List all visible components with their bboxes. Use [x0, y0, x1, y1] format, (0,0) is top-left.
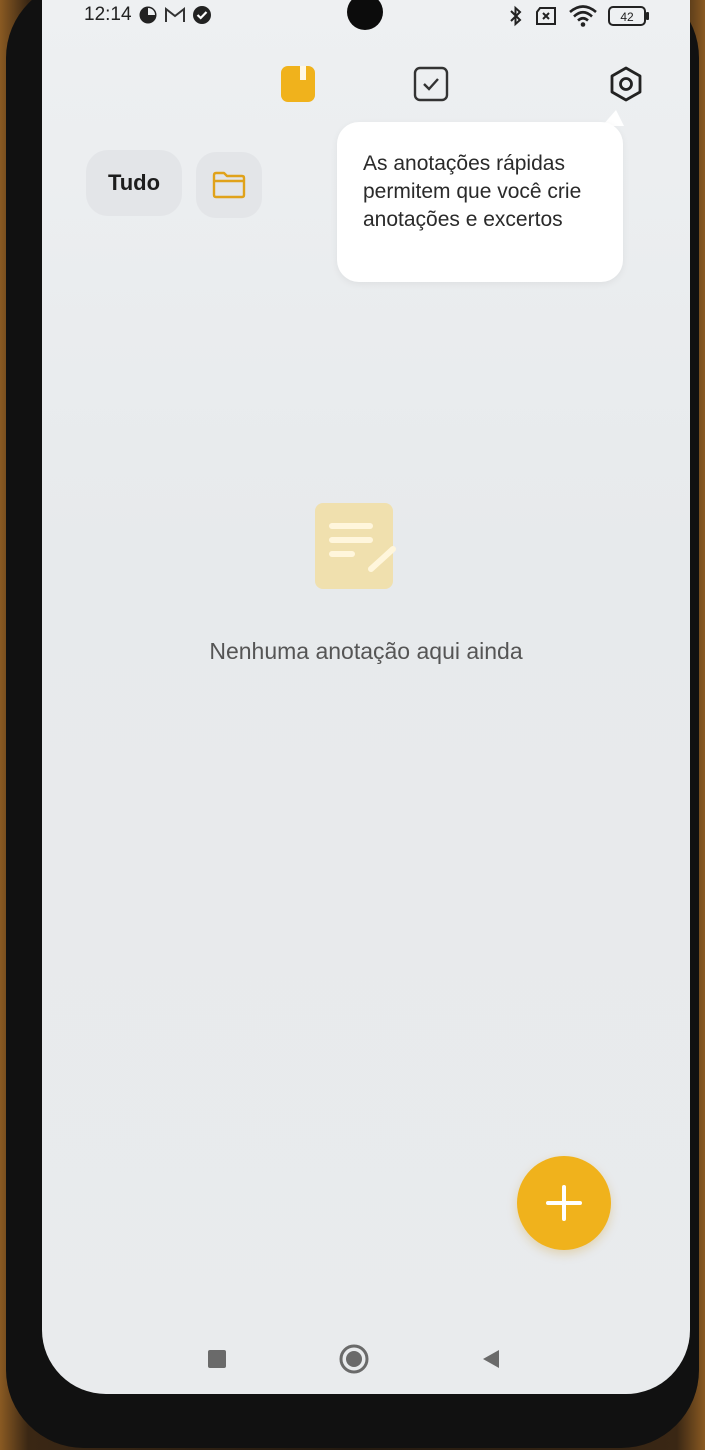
plus-icon	[544, 1183, 584, 1223]
bluetooth-icon	[508, 4, 524, 28]
tasks-tab-icon[interactable]	[411, 64, 451, 104]
tooltip-text: As anotações rápidas permitem que você c…	[363, 152, 582, 231]
status-bar-right: 42	[508, 4, 650, 28]
folder-icon	[212, 171, 246, 199]
home-button[interactable]	[337, 1342, 371, 1376]
wifi-icon	[568, 4, 598, 28]
recents-button[interactable]	[200, 1342, 234, 1376]
empty-state-message: Nenhuma anotação aqui ainda	[209, 638, 523, 664]
filter-all-label: Tudo	[107, 170, 161, 195]
phone-frame: 12:14 42 Tudo As anotações rápidas permi…	[6, 0, 699, 1448]
battery-level: 42	[620, 10, 634, 24]
add-note-button[interactable]	[517, 1156, 611, 1250]
empty-note-icon	[304, 494, 404, 598]
sim-off-icon	[534, 6, 558, 26]
back-button[interactable]	[474, 1342, 508, 1376]
settings-icon[interactable]	[606, 64, 646, 104]
front-camera	[347, 0, 383, 30]
status-time: 12:14	[84, 4, 132, 25]
folder-filter-button[interactable]	[196, 152, 262, 218]
filter-all-chip[interactable]: Tudo	[86, 150, 182, 216]
quick-notes-tooltip[interactable]: As anotações rápidas permitem que você c…	[337, 122, 623, 282]
data-saver-icon	[138, 5, 158, 25]
battery-icon: 42	[608, 5, 650, 27]
notes-tab-icon[interactable]	[278, 64, 318, 104]
status-bar-left: 12:14	[84, 4, 212, 26]
check-circle-icon	[192, 5, 212, 25]
gmail-icon	[164, 6, 186, 24]
app-screen: 12:14 42 Tudo As anotações rápidas permi…	[42, 0, 690, 1394]
